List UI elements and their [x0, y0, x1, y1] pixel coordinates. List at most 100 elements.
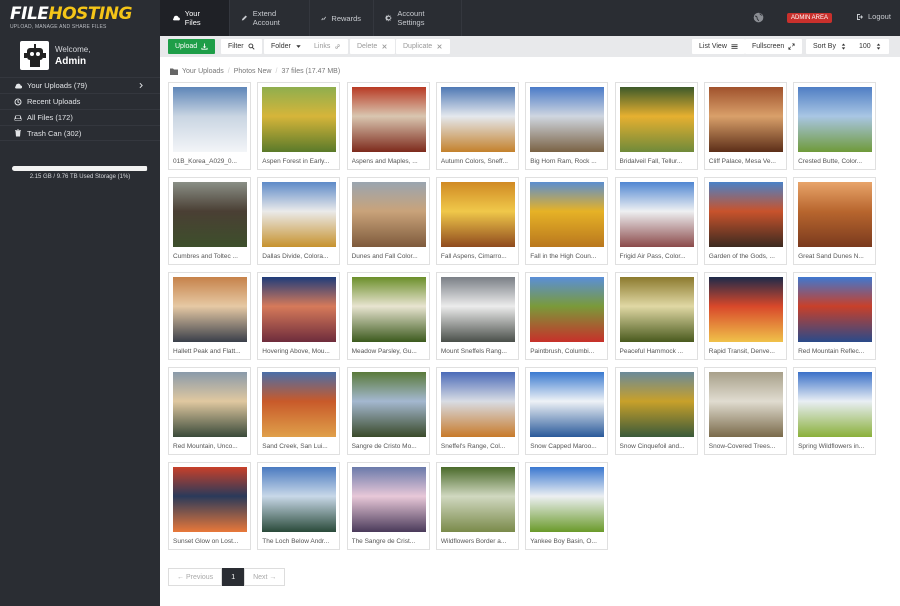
file-thumbnail[interactable] [351, 372, 426, 437]
file-tile[interactable]: Big Horn Ram, Rock ... [525, 82, 609, 170]
sidebar-item-your-uploads[interactable]: Your Uploads (79) [0, 77, 160, 93]
file-caption[interactable]: The Loch Below Andr... [262, 538, 338, 545]
file-caption[interactable]: 01B_Korea_A029_0... [173, 158, 249, 165]
file-tile[interactable]: Fall in the High Coun... [525, 177, 609, 265]
breadcrumb-root[interactable]: Your Uploads [182, 68, 224, 75]
file-tile[interactable]: The Loch Below Andr... [257, 462, 341, 550]
file-tile[interactable]: Peaceful Hammock ... [614, 272, 698, 360]
file-tile[interactable]: Cumbres and Toltec ... [168, 177, 251, 265]
file-caption[interactable]: Sangre de Cristo Mo... [352, 443, 428, 450]
file-thumbnail[interactable] [173, 87, 247, 152]
file-thumbnail[interactable] [173, 182, 247, 247]
file-caption[interactable]: Great Sand Dunes N... [798, 253, 874, 260]
file-caption[interactable]: Mount Sneffels Rang... [441, 348, 517, 355]
file-tile[interactable]: Paintbrush, Columbi... [525, 272, 609, 360]
file-thumbnail[interactable] [351, 87, 426, 152]
file-caption[interactable]: Sunset Glow on Lost... [173, 538, 249, 545]
file-tile[interactable]: Wildflowers Border a... [435, 462, 519, 550]
file-thumbnail[interactable] [619, 277, 694, 342]
delete-button[interactable]: Delete [350, 39, 396, 54]
file-tile[interactable]: Sand Creek, San Lui... [257, 367, 341, 455]
file-tile[interactable]: Aspen Forest in Early... [257, 82, 341, 170]
admin-area-badge[interactable]: ADMIN AREA [787, 13, 833, 23]
per-page-select[interactable]: 100 [852, 39, 889, 54]
file-tile[interactable]: Garden of the Gods, ... [703, 177, 787, 265]
sidebar-item-all-files[interactable]: All Files (172) [0, 109, 160, 125]
file-thumbnail[interactable] [440, 182, 515, 247]
file-caption[interactable]: Wildflowers Border a... [441, 538, 517, 545]
file-caption[interactable]: Red Mountain Reflec... [798, 348, 874, 355]
file-caption[interactable]: Snow-Covered Trees... [709, 443, 785, 450]
file-caption[interactable]: Dallas Divide, Colora... [262, 253, 338, 260]
file-thumbnail[interactable] [262, 467, 337, 532]
file-tile[interactable]: Dunes and Fall Color... [346, 177, 430, 265]
upload-button[interactable]: Upload [168, 39, 216, 54]
file-thumbnail[interactable] [440, 372, 515, 437]
file-caption[interactable]: Spring Wildflowers in... [798, 443, 874, 450]
file-thumbnail[interactable] [798, 372, 873, 437]
file-caption[interactable]: Garden of the Gods, ... [709, 253, 785, 260]
file-thumbnail[interactable] [440, 277, 515, 342]
current-page[interactable]: 1 [222, 568, 245, 586]
file-thumbnail[interactable] [708, 87, 783, 152]
nav-account-settings[interactable]: Account Settings [373, 0, 461, 36]
file-caption[interactable]: Sand Creek, San Lui... [262, 443, 338, 450]
file-caption[interactable]: Frigid Air Pass, Color... [620, 253, 696, 260]
file-caption[interactable]: Snow Capped Maroo... [530, 443, 606, 450]
file-tile[interactable]: Great Sand Dunes N... [793, 177, 877, 265]
file-thumbnail[interactable] [708, 277, 783, 342]
file-tile[interactable]: Red Mountain, Unco... [168, 367, 251, 455]
file-thumbnail[interactable] [262, 87, 337, 152]
file-tile[interactable]: Dallas Divide, Colora... [257, 177, 341, 265]
file-tile[interactable]: Aspens and Maples, ... [346, 82, 430, 170]
file-tile[interactable]: Hallett Peak and Flatt... [168, 272, 251, 360]
file-thumbnail[interactable] [262, 182, 337, 247]
file-thumbnail[interactable] [530, 87, 605, 152]
file-tile[interactable]: Snow Capped Maroo... [525, 367, 609, 455]
file-caption[interactable]: Cumbres and Toltec ... [173, 253, 249, 260]
file-thumbnail[interactable] [262, 372, 337, 437]
file-tile[interactable]: The Sangre de Crist... [346, 462, 430, 550]
file-thumbnail[interactable] [440, 467, 515, 532]
file-tile[interactable]: Sunset Glow on Lost... [168, 462, 251, 550]
breadcrumb-folder[interactable]: Photos New [234, 68, 272, 75]
file-caption[interactable]: Paintbrush, Columbi... [530, 348, 606, 355]
logo[interactable]: FILEHOSTING UPLOAD, MANAGE AND SHARE FIL… [10, 6, 132, 31]
file-caption[interactable]: Big Horn Ram, Rock ... [530, 158, 606, 165]
file-thumbnail[interactable] [619, 372, 694, 437]
file-caption[interactable]: Dunes and Fall Color... [352, 253, 428, 260]
file-tile[interactable]: Frigid Air Pass, Color... [614, 177, 698, 265]
file-caption[interactable]: Cliff Palace, Mesa Ve... [709, 158, 785, 165]
file-thumbnail[interactable] [798, 277, 873, 342]
file-tile[interactable]: Snow-Covered Trees... [703, 367, 787, 455]
file-thumbnail[interactable] [173, 372, 247, 437]
file-thumbnail[interactable] [351, 467, 426, 532]
links-button[interactable]: Links [307, 39, 349, 54]
file-caption[interactable]: Hallett Peak and Flatt... [173, 348, 249, 355]
file-thumbnail[interactable] [530, 182, 605, 247]
sort-by-button[interactable]: Sort By [806, 39, 854, 54]
file-thumbnail[interactable] [351, 277, 426, 342]
file-caption[interactable]: The Sangre de Crist... [352, 538, 428, 545]
file-tile[interactable]: Snow Cinquefoil and... [614, 367, 698, 455]
file-caption[interactable]: Autumn Colors, Sneff... [441, 158, 517, 165]
file-thumbnail[interactable] [530, 277, 605, 342]
file-tile[interactable]: Crested Butte, Color... [793, 82, 877, 170]
file-thumbnail[interactable] [440, 87, 515, 152]
nav-rewards[interactable]: Rewards [309, 0, 373, 36]
file-thumbnail[interactable] [530, 467, 605, 532]
file-thumbnail[interactable] [798, 87, 873, 152]
file-tile[interactable]: Sneffel's Range, Col... [435, 367, 519, 455]
file-caption[interactable]: Fall Aspens, Cimarro... [441, 253, 517, 260]
file-thumbnail[interactable] [262, 277, 337, 342]
file-caption[interactable]: Rapid Transit, Denve... [709, 348, 785, 355]
sidebar-item-recent-uploads[interactable]: Recent Uploads [0, 93, 160, 109]
avatar[interactable] [20, 41, 49, 70]
file-caption[interactable]: Peaceful Hammock ... [620, 348, 696, 355]
folder-dropdown-button[interactable]: Folder [264, 39, 309, 54]
file-thumbnail[interactable] [708, 182, 783, 247]
file-thumbnail[interactable] [351, 182, 426, 247]
file-caption[interactable]: Meadow Parsley, Gu... [352, 348, 428, 355]
file-tile[interactable]: Rapid Transit, Denve... [703, 272, 787, 360]
list-view-button[interactable]: List View [692, 39, 745, 54]
